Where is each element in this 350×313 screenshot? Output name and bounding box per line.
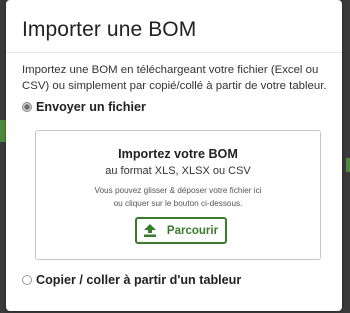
browse-button-label: Parcourir xyxy=(166,224,219,237)
dialog-intro-text: Importez une BOM en téléchargeant votre … xyxy=(22,64,327,92)
dropzone-title: Importez votre BOM xyxy=(118,147,238,161)
import-bom-dialog: Importer une BOM Importez une BOM en tél… xyxy=(6,0,342,311)
option-copy-paste[interactable]: Copier / coller à partir d'un tableur xyxy=(22,273,241,287)
dropzone-help: Vous pouvez glisser & déposer votre fich… xyxy=(36,185,320,210)
upload-icon xyxy=(143,224,156,237)
copy-paste-label: Copier / coller à partir d'un tableur xyxy=(36,273,242,287)
dropzone-format: au format XLS, XLSX ou CSV xyxy=(105,165,251,177)
dropzone-help-line-2: ou cliquer sur le bouton ci-dessous. xyxy=(113,198,243,208)
upload-file-radio[interactable] xyxy=(22,102,32,112)
browse-button[interactable]: Parcourir xyxy=(135,217,227,244)
copy-paste-radio[interactable] xyxy=(22,275,32,285)
dropzone-help-line-1: Vous pouvez glisser & déposer votre fich… xyxy=(94,186,262,195)
dialog-title: Importer une BOM xyxy=(22,18,197,41)
upload-file-label: Envoyer un fichier xyxy=(36,100,146,114)
option-upload-file[interactable]: Envoyer un fichier xyxy=(22,100,146,114)
background-stripe xyxy=(346,158,350,172)
file-dropzone[interactable]: Importez votre BOM au format XLS, XLSX o… xyxy=(35,130,321,260)
title-divider xyxy=(6,52,342,53)
